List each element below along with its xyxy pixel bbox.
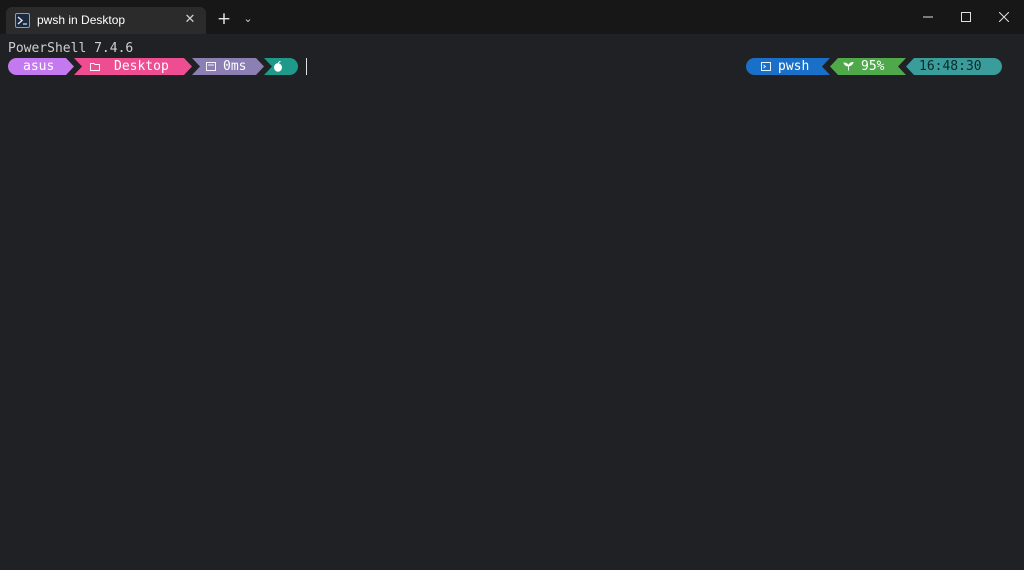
tab-title: pwsh in Desktop (37, 13, 126, 27)
prompt-duration: 0ms (223, 59, 247, 74)
prompt-user-segment: asus (8, 58, 74, 75)
timer-icon (206, 62, 216, 71)
new-tab-button[interactable]: + (214, 9, 234, 29)
prompt-duration-segment: 0ms (192, 58, 264, 75)
prompt-shell-segment: pwsh (746, 58, 830, 75)
prompt-battery-segment: 95% (830, 58, 906, 75)
powershell-icon (15, 13, 30, 28)
text-cursor (306, 58, 307, 75)
minimize-button[interactable] (908, 0, 948, 34)
tab-pwsh-desktop[interactable]: pwsh in Desktop ✕ (6, 7, 206, 34)
prompt-path-segment: Desktop (74, 58, 192, 75)
minimize-icon (923, 16, 933, 18)
prompt-user: asus (23, 59, 55, 74)
terminal-pane[interactable]: PowerShell 7.4.6 (0, 34, 1024, 570)
prompt-path: Desktop (114, 59, 169, 74)
folder-icon (90, 63, 100, 71)
prompt-time: 16:48:30 (919, 59, 982, 74)
chevron-down-icon[interactable]: ⌄ (240, 9, 256, 29)
leaf-icon (843, 62, 854, 71)
close-icon (999, 12, 1009, 22)
title-bar: pwsh in Desktop ✕ + ⌄ (0, 0, 1024, 34)
apple-icon (274, 61, 282, 72)
prompt-time-segment: 16:48:30 (906, 58, 1002, 75)
powershell-version-line: PowerShell 7.4.6 (8, 41, 134, 56)
prompt-status-segment (264, 58, 298, 75)
terminal-icon (761, 62, 771, 71)
prompt-battery: 95% (861, 59, 885, 74)
maximize-button[interactable] (946, 0, 986, 34)
maximize-icon (961, 12, 971, 22)
close-tab-icon[interactable]: ✕ (182, 12, 198, 28)
prompt-shell: pwsh (778, 59, 810, 74)
close-window-button[interactable] (984, 0, 1024, 34)
